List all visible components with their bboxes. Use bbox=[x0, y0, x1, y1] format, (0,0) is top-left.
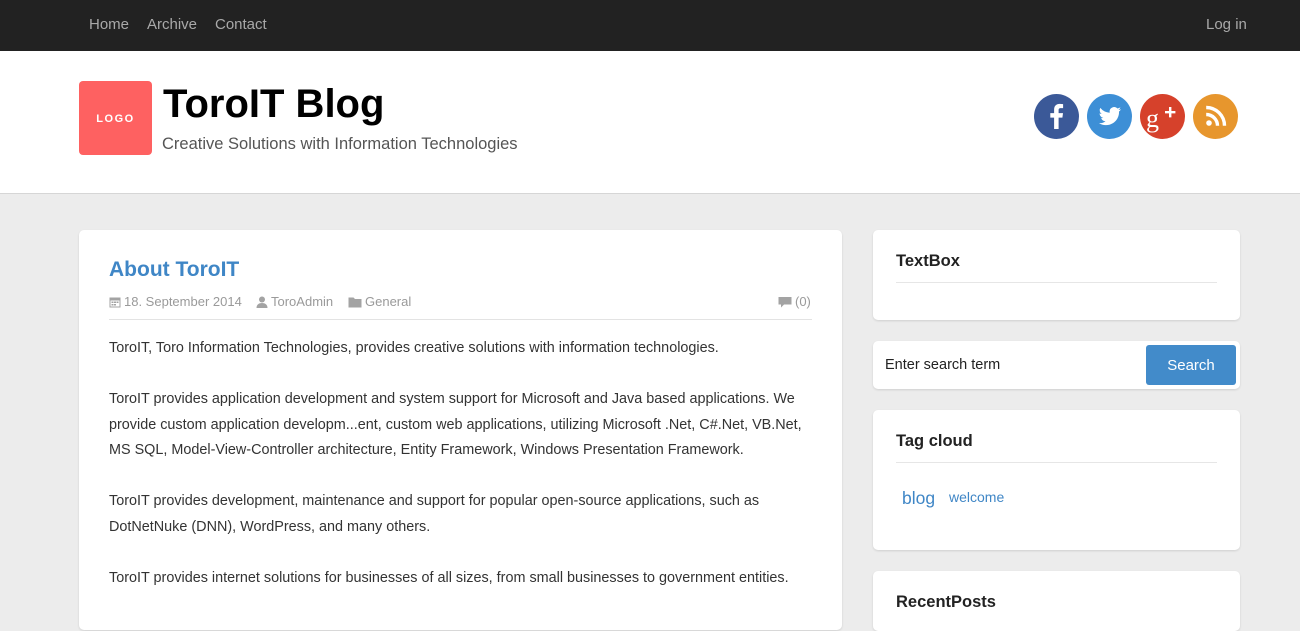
site-title[interactable]: ToroIT Blog bbox=[163, 81, 384, 127]
tagcloud-widget: Tag cloud blog welcome bbox=[873, 410, 1240, 550]
post-date-text: 18. September 2014 bbox=[124, 294, 242, 309]
post-paragraph: ToroIT provides development, maintenance… bbox=[109, 493, 760, 535]
tagcloud-widget-title: Tag cloud bbox=[896, 432, 973, 450]
post-comments[interactable]: (0) bbox=[778, 294, 811, 310]
facebook-icon[interactable] bbox=[1034, 94, 1079, 139]
site-header: LOGO ToroIT Blog Creative Solutions with… bbox=[0, 51, 1300, 194]
login-link[interactable]: Log in bbox=[1206, 16, 1247, 34]
nav-archive-link[interactable]: Archive bbox=[147, 16, 197, 34]
post-paragraph: ToroIT provides application development … bbox=[109, 391, 802, 458]
top-navbar: Home Archive Contact Log in bbox=[0, 0, 1300, 51]
comment-icon bbox=[778, 297, 792, 308]
user-icon bbox=[256, 296, 268, 308]
post-category-text: General bbox=[365, 294, 412, 309]
tag-blog[interactable]: blog bbox=[902, 488, 935, 508]
nav-contact-link[interactable]: Contact bbox=[215, 16, 267, 34]
recent-posts-widget: RecentPosts bbox=[873, 571, 1240, 631]
folder-icon bbox=[348, 297, 362, 308]
nav-home-link[interactable]: Home bbox=[89, 16, 129, 34]
post-paragraph: ToroIT, Toro Information Technologies, p… bbox=[109, 340, 719, 356]
post-author-text: ToroAdmin bbox=[271, 294, 334, 309]
search-button[interactable]: Search bbox=[1146, 345, 1236, 385]
post-comments-count: (0) bbox=[795, 294, 811, 309]
post-title[interactable]: About ToroIT bbox=[109, 258, 239, 282]
meta-divider bbox=[109, 319, 812, 320]
rss-icon[interactable] bbox=[1193, 94, 1238, 139]
widget-divider bbox=[896, 462, 1217, 463]
site-logo[interactable]: LOGO bbox=[79, 81, 152, 155]
textbox-widget-title: TextBox bbox=[896, 252, 960, 270]
svg-text:g: g bbox=[1146, 104, 1159, 133]
site-tagline: Creative Solutions with Information Tech… bbox=[162, 135, 518, 153]
recent-posts-widget-title: RecentPosts bbox=[896, 593, 996, 611]
post-paragraph: ToroIT provides internet solutions for b… bbox=[109, 569, 789, 586]
logo-text: LOGO bbox=[96, 113, 135, 125]
textbox-widget: TextBox bbox=[873, 230, 1240, 320]
post-author[interactable]: ToroAdmin bbox=[256, 294, 333, 310]
tag-welcome[interactable]: welcome bbox=[949, 489, 1004, 506]
post-date: 18. September 2014 bbox=[109, 294, 242, 310]
google-plus-icon[interactable]: g bbox=[1140, 94, 1185, 139]
twitter-icon[interactable] bbox=[1087, 94, 1132, 139]
search-input[interactable] bbox=[877, 345, 1145, 385]
post-body: ToroIT, Toro Information Technologies, p… bbox=[109, 336, 812, 617]
calendar-icon bbox=[109, 297, 121, 308]
post-category[interactable]: General bbox=[348, 294, 411, 310]
widget-divider bbox=[896, 282, 1217, 283]
post-card: About ToroIT 18. September 2014 ToroAdmi… bbox=[79, 230, 842, 630]
search-widget: Search bbox=[873, 341, 1240, 389]
